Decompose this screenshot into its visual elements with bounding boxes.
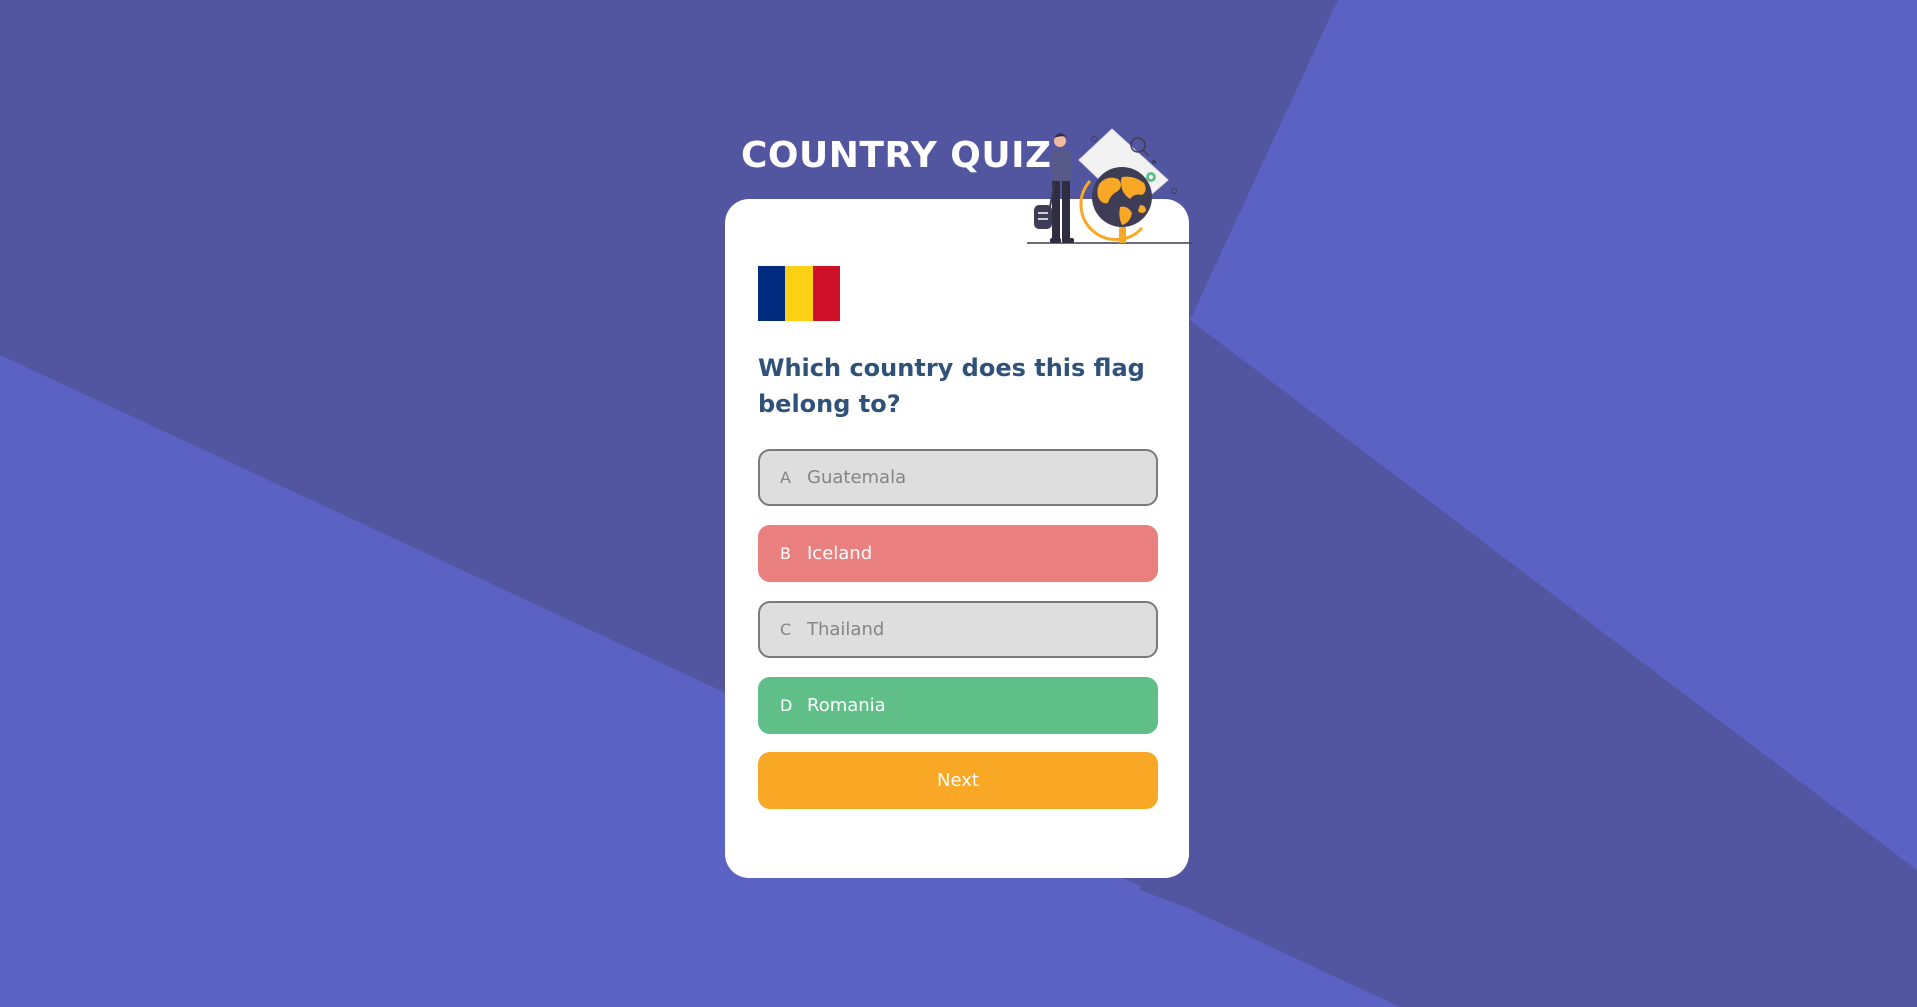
quiz-card: Which country does this flag belong to? … xyxy=(725,199,1189,878)
flag-stripe-yellow xyxy=(785,266,813,321)
option-label: Romania xyxy=(807,695,886,716)
quiz-page: COUNTRY QUIZ Which country does this fla… xyxy=(0,0,1917,1007)
traveler-with-globe-illustration xyxy=(1027,128,1192,244)
page-title: COUNTRY QUIZ xyxy=(741,135,1052,176)
flag-stripe-red xyxy=(812,266,840,321)
option-d-button[interactable]: D Romania xyxy=(758,677,1158,734)
option-label: Thailand xyxy=(807,619,885,640)
romania-flag-icon xyxy=(758,266,840,321)
option-letter: A xyxy=(780,468,791,487)
option-c-button[interactable]: C Thailand xyxy=(758,601,1158,658)
flag-stripe-blue xyxy=(758,266,786,321)
option-b-button[interactable]: B Iceland xyxy=(758,525,1158,582)
next-button[interactable]: Next xyxy=(758,752,1158,809)
option-a-button[interactable]: A Guatemala xyxy=(758,449,1158,506)
option-letter: B xyxy=(780,544,791,563)
option-letter: C xyxy=(780,620,792,639)
option-letter: D xyxy=(780,696,793,715)
question-text: Which country does this flag belong to? xyxy=(758,354,1145,418)
option-label: Iceland xyxy=(807,543,873,564)
option-label: Guatemala xyxy=(807,467,907,488)
